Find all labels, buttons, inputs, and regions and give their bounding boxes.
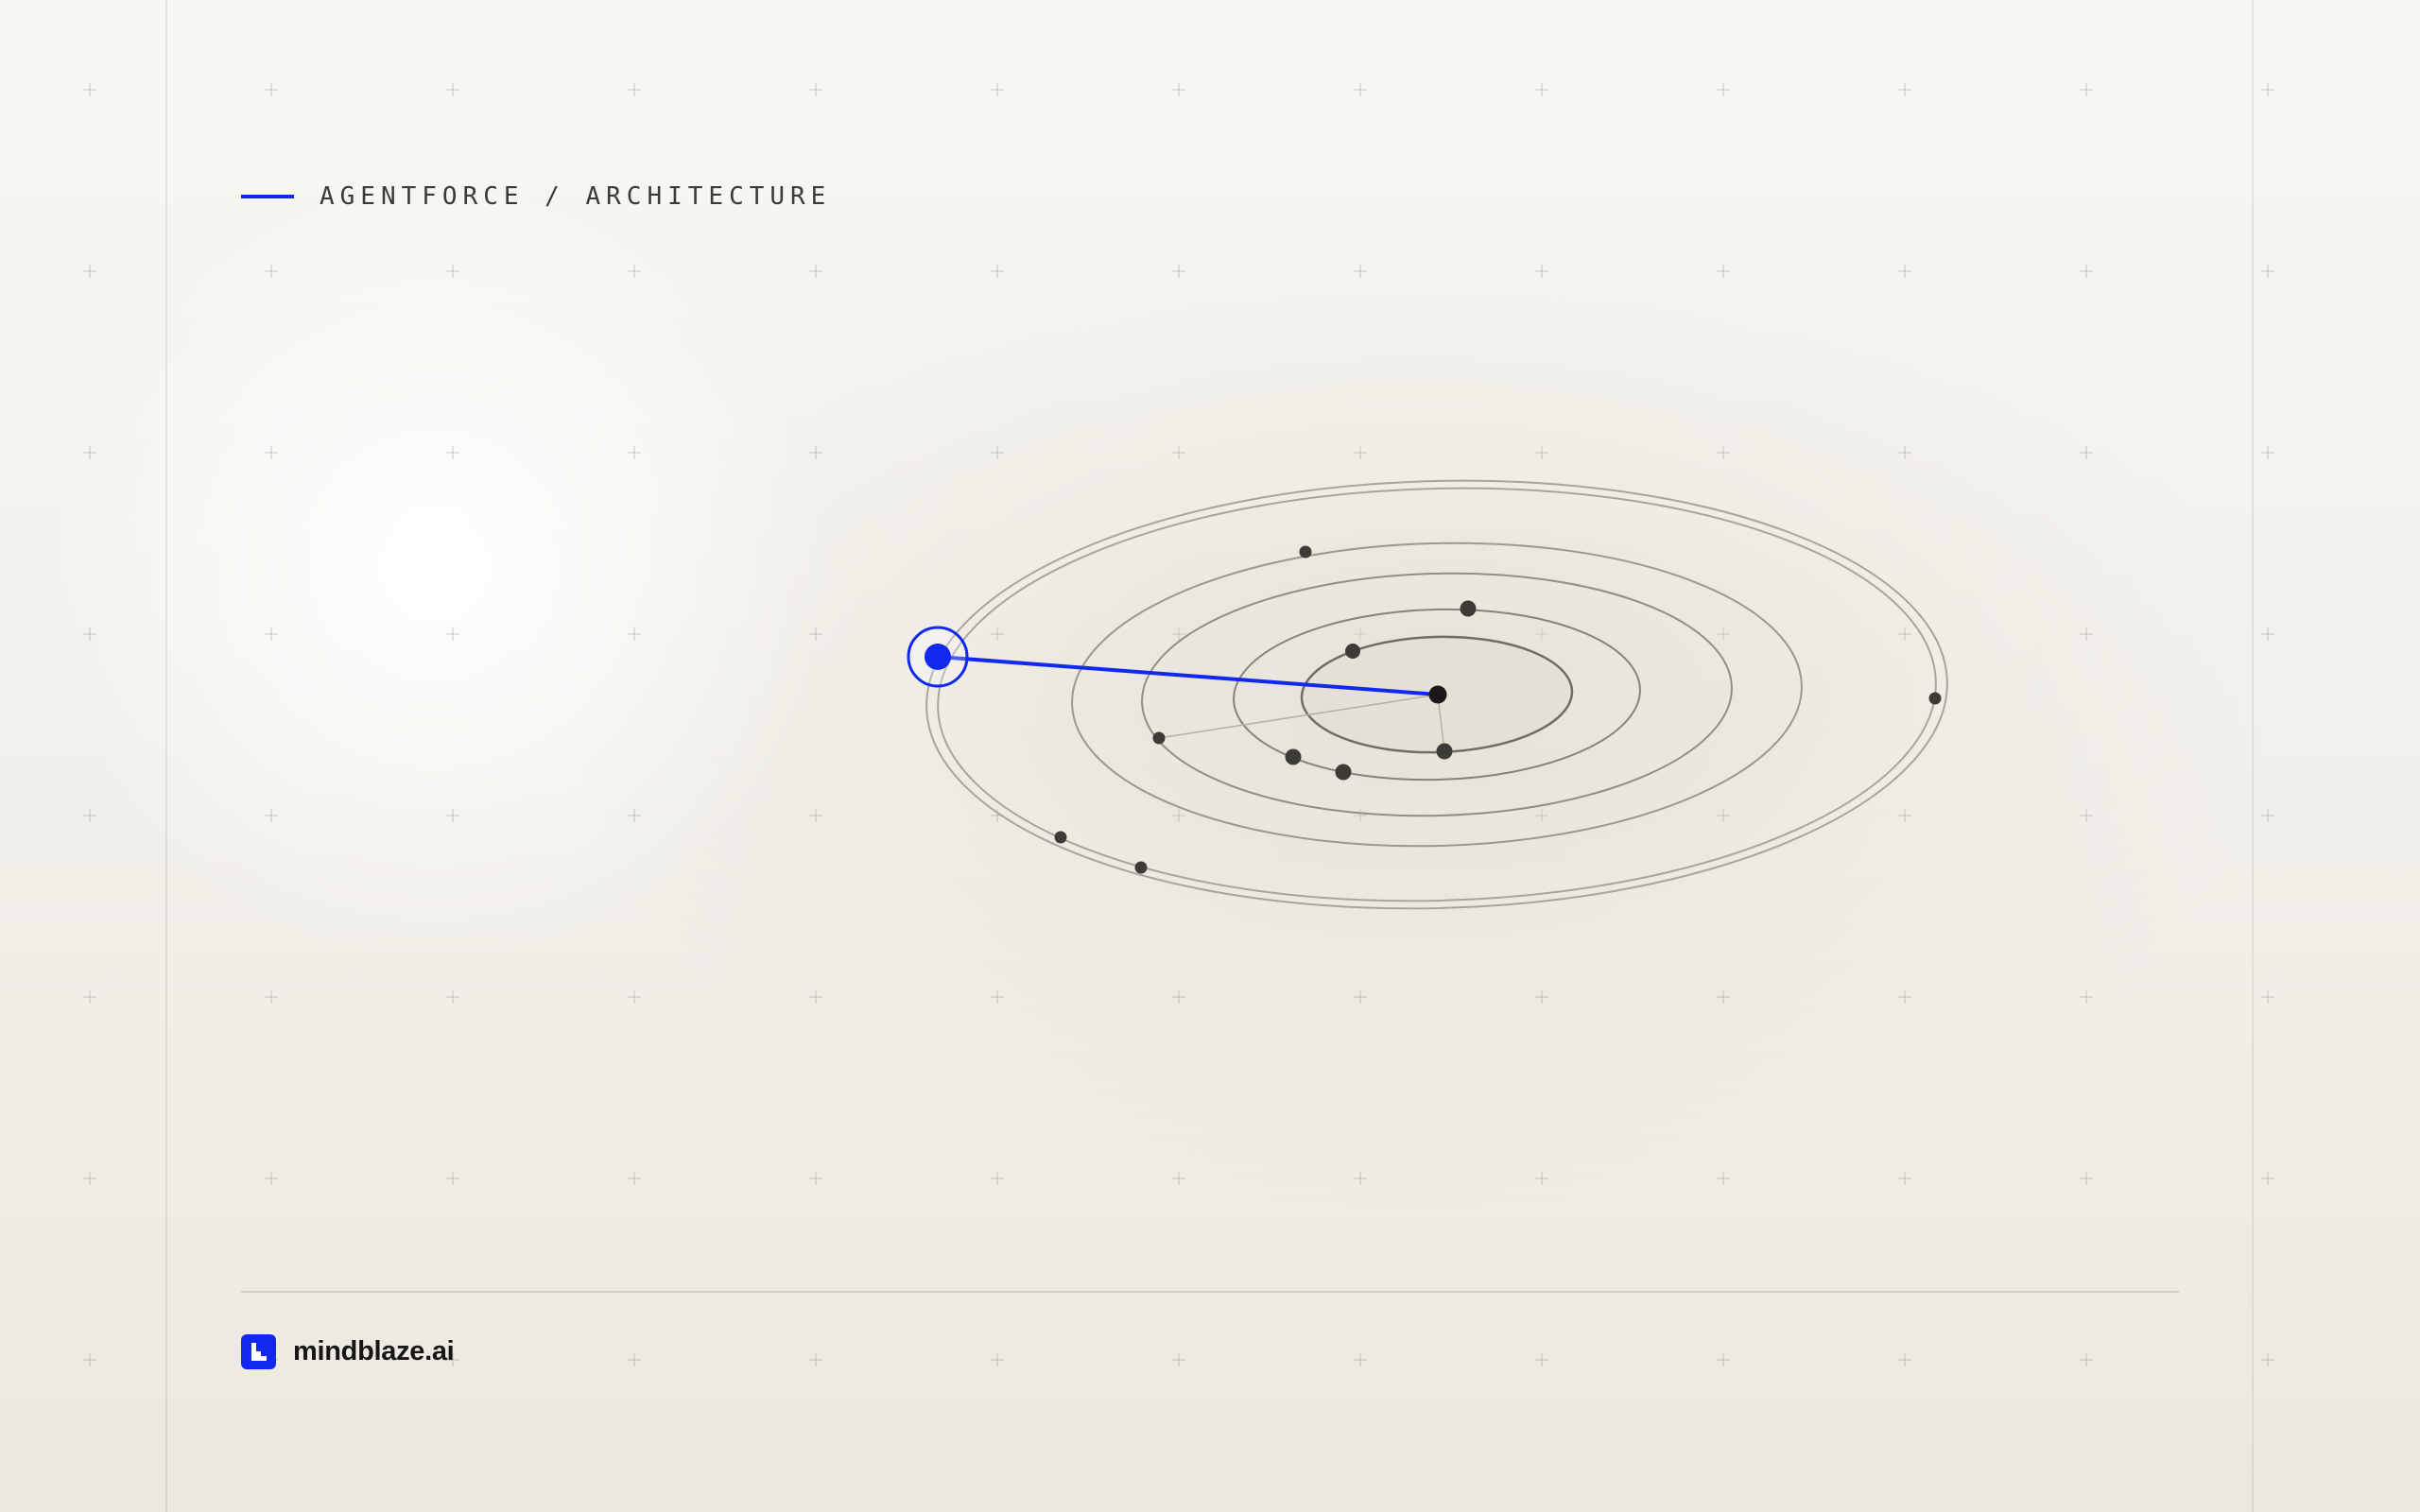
footer-divider <box>241 1291 2179 1293</box>
orbit-node <box>1285 748 1302 765</box>
orbit-node <box>1134 861 1148 874</box>
orbit-node <box>1299 545 1312 558</box>
orbit-node <box>1436 743 1453 760</box>
orbit-node <box>1054 831 1067 844</box>
orbit-node <box>1460 600 1477 617</box>
core-node <box>1428 685 1447 704</box>
agent-node <box>925 644 951 670</box>
orbit-node <box>1335 764 1352 781</box>
architecture-diagram <box>907 448 1966 941</box>
orbit-node <box>1345 644 1360 659</box>
brand-name: mindblaze.ai <box>293 1335 455 1366</box>
brand-footer[interactable]: mindblaze.ai <box>241 1333 455 1369</box>
orbit-node <box>1928 692 1942 705</box>
orbit-node <box>1152 731 1166 745</box>
mindblaze-logo-icon <box>241 1333 276 1369</box>
